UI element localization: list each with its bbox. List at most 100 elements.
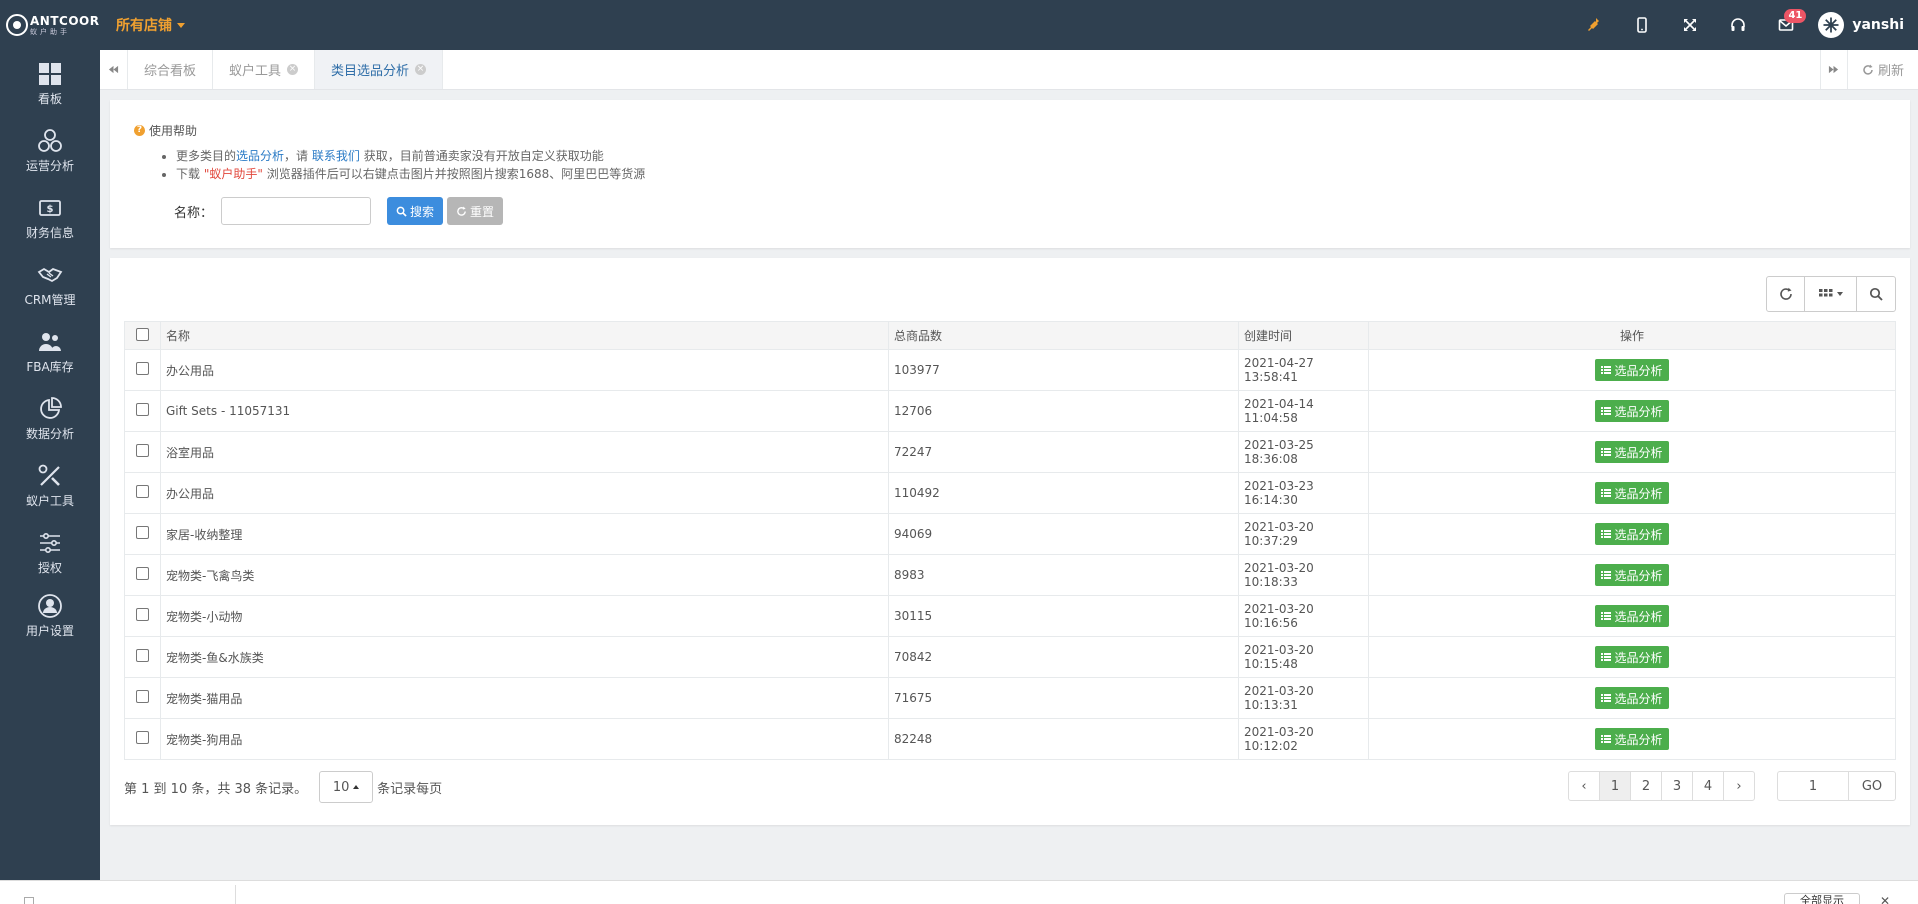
tab-close-icon[interactable]: × [415, 64, 427, 75]
row-checkbox[interactable] [136, 649, 149, 662]
store-selector[interactable]: 所有店铺 [116, 15, 185, 35]
sidebar-item-data-analysis[interactable]: 数据分析 [0, 385, 100, 452]
search-button[interactable]: 搜索 [387, 197, 444, 225]
refresh-button[interactable]: 刷新 [1848, 50, 1918, 89]
plugin-button[interactable] [1570, 0, 1618, 50]
help-list: 更多类目的选品分析，请 联系我们 获取，目前普通卖家没有开放自定义获取功能 下载… [176, 147, 1886, 183]
sidebar-item-authorization[interactable]: 授权 [0, 519, 100, 586]
logo[interactable]: ANTCOOR 蚁户助手 [0, 0, 100, 50]
column-header-name[interactable]: 名称 [160, 321, 889, 350]
sidebar-item-tools[interactable]: 蚁户工具 [0, 452, 100, 519]
refresh-icon [1863, 64, 1873, 75]
row-checkbox[interactable] [136, 690, 149, 703]
sidebar-item-label: 运营分析 [25, 158, 74, 173]
close-icon[interactable]: ✕ [1880, 894, 1890, 904]
list-icon [1601, 530, 1612, 538]
cell-created: 2021-03-20 10:12:02 [1238, 718, 1369, 760]
sidebar-item-finance[interactable]: $ 财务信息 [0, 184, 100, 251]
sidebar-item-dashboard[interactable]: 看板 [0, 50, 100, 117]
product-analysis-button[interactable]: 选品分析 [1595, 728, 1669, 750]
row-select-cell [124, 513, 161, 555]
help-item: 下载 "蚁户助手" 浏览器插件后可以右键点击图片并按照图片搜索1688、阿里巴巴… [176, 165, 1886, 183]
table-refresh-button[interactable] [1767, 277, 1805, 311]
sidebar-item-fba[interactable]: FBA库存 [0, 318, 100, 385]
cell-count: 82248 [888, 718, 1239, 760]
page-size-select[interactable]: 10 [319, 771, 374, 803]
product-analysis-button[interactable]: 选品分析 [1595, 523, 1669, 545]
plug-icon [1588, 18, 1600, 31]
tab-bar: 综合看板 蚁户工具 × 类目选品分析 × 刷新 [100, 50, 1918, 90]
row-checkbox[interactable] [136, 526, 149, 539]
support-button[interactable] [1714, 0, 1762, 50]
row-checkbox[interactable] [136, 444, 149, 457]
cell-actions: 选品分析 [1368, 718, 1896, 760]
cell-count: 12706 [888, 390, 1239, 432]
messages-button[interactable]: 41 [1762, 0, 1810, 50]
sidebar: 看板 运营分析 $ 财务信息 CRM管理 FBA库存 数据分析 蚁户工具 授权 … [0, 50, 100, 880]
svg-text:$: $ [47, 204, 54, 215]
column-header-created[interactable]: 创建时间 [1238, 321, 1369, 350]
row-checkbox[interactable] [136, 362, 149, 375]
contact-us-link[interactable]: 联系我们 [312, 149, 360, 163]
sidebar-item-label: 数据分析 [25, 426, 74, 441]
help-title: ? 使用帮助 [134, 122, 1886, 139]
cell-count: 110492 [888, 472, 1239, 514]
user-menu[interactable]: yanshi [1810, 12, 1918, 38]
product-analysis-button[interactable]: 选品分析 [1595, 359, 1669, 381]
fullscreen-button[interactable] [1666, 0, 1714, 50]
row-select-cell [124, 636, 161, 678]
next-page-button[interactable]: › [1723, 771, 1755, 801]
avatar-icon [1823, 17, 1839, 33]
select-all-checkbox[interactable] [136, 327, 149, 341]
page-button-4[interactable]: 4 [1692, 771, 1724, 801]
page-button-1[interactable]: 1 [1599, 771, 1631, 801]
tab-scroll-left[interactable] [100, 50, 128, 89]
product-analysis-button[interactable]: 选品分析 [1595, 646, 1669, 668]
product-analysis-button[interactable]: 选品分析 [1595, 400, 1669, 422]
table-search-button[interactable] [1857, 277, 1895, 311]
mobile-button[interactable] [1618, 0, 1666, 50]
goto-page-input[interactable]: 1 [1777, 771, 1849, 801]
cell-actions: 选品分析 [1368, 636, 1896, 678]
list-icon [1601, 448, 1612, 456]
row-checkbox[interactable] [136, 485, 149, 498]
tab-overview[interactable]: 综合看板 [128, 50, 214, 89]
row-checkbox[interactable] [136, 567, 149, 580]
go-button[interactable]: GO [1848, 771, 1896, 801]
product-analysis-link[interactable]: 选品分析 [236, 149, 284, 163]
product-analysis-button[interactable]: 选品分析 [1595, 482, 1669, 504]
sidebar-item-user-settings[interactable]: 用户设置 [0, 586, 100, 646]
row-checkbox[interactable] [136, 608, 149, 621]
cell-created: 2021-03-20 10:16:56 [1238, 595, 1369, 637]
product-analysis-button[interactable]: 选品分析 [1595, 564, 1669, 586]
tab-antcoor-tools[interactable]: 蚁户工具 × [213, 50, 316, 89]
sidebar-item-label: CRM管理 [24, 292, 76, 307]
tab-category-analysis[interactable]: 类目选品分析 × [315, 50, 444, 89]
product-analysis-button[interactable]: 选品分析 [1595, 605, 1669, 627]
cell-count: 94069 [888, 513, 1239, 555]
page-button-3[interactable]: 3 [1661, 771, 1693, 801]
cell-count: 72247 [888, 431, 1239, 473]
name-input[interactable] [221, 197, 372, 225]
product-analysis-button[interactable]: 选品分析 [1595, 687, 1669, 709]
row-checkbox[interactable] [136, 403, 149, 416]
column-header-count[interactable]: 总商品数 [888, 321, 1239, 350]
page-button-2[interactable]: 2 [1630, 771, 1662, 801]
prev-page-button[interactable]: ‹ [1568, 771, 1600, 801]
reset-button[interactable]: 重置 [447, 197, 504, 225]
tab-close-icon[interactable]: × [287, 64, 299, 75]
show-all-button[interactable]: 全部显示 [1784, 893, 1860, 904]
sidebar-item-operations[interactable]: 运营分析 [0, 117, 100, 184]
plugin-name: "蚁户助手" [203, 167, 263, 181]
table-panel: 名称 总商品数 创建时间 操作 办公用品 103977 2021-04-27 13:… [110, 258, 1910, 825]
row-checkbox[interactable] [136, 731, 149, 744]
headset-icon [1731, 18, 1746, 31]
cell-count: 30115 [888, 595, 1239, 637]
dashboard-icon [39, 62, 61, 85]
cell-name: 宠物类-鱼&水族类 [160, 636, 889, 678]
column-toggle-button[interactable] [1805, 277, 1857, 311]
cell-name: 宠物类-飞禽鸟类 [160, 554, 889, 596]
product-analysis-button[interactable]: 选品分析 [1595, 441, 1669, 463]
sidebar-item-crm[interactable]: CRM管理 [0, 251, 100, 318]
tab-scroll-right[interactable] [1819, 50, 1848, 89]
